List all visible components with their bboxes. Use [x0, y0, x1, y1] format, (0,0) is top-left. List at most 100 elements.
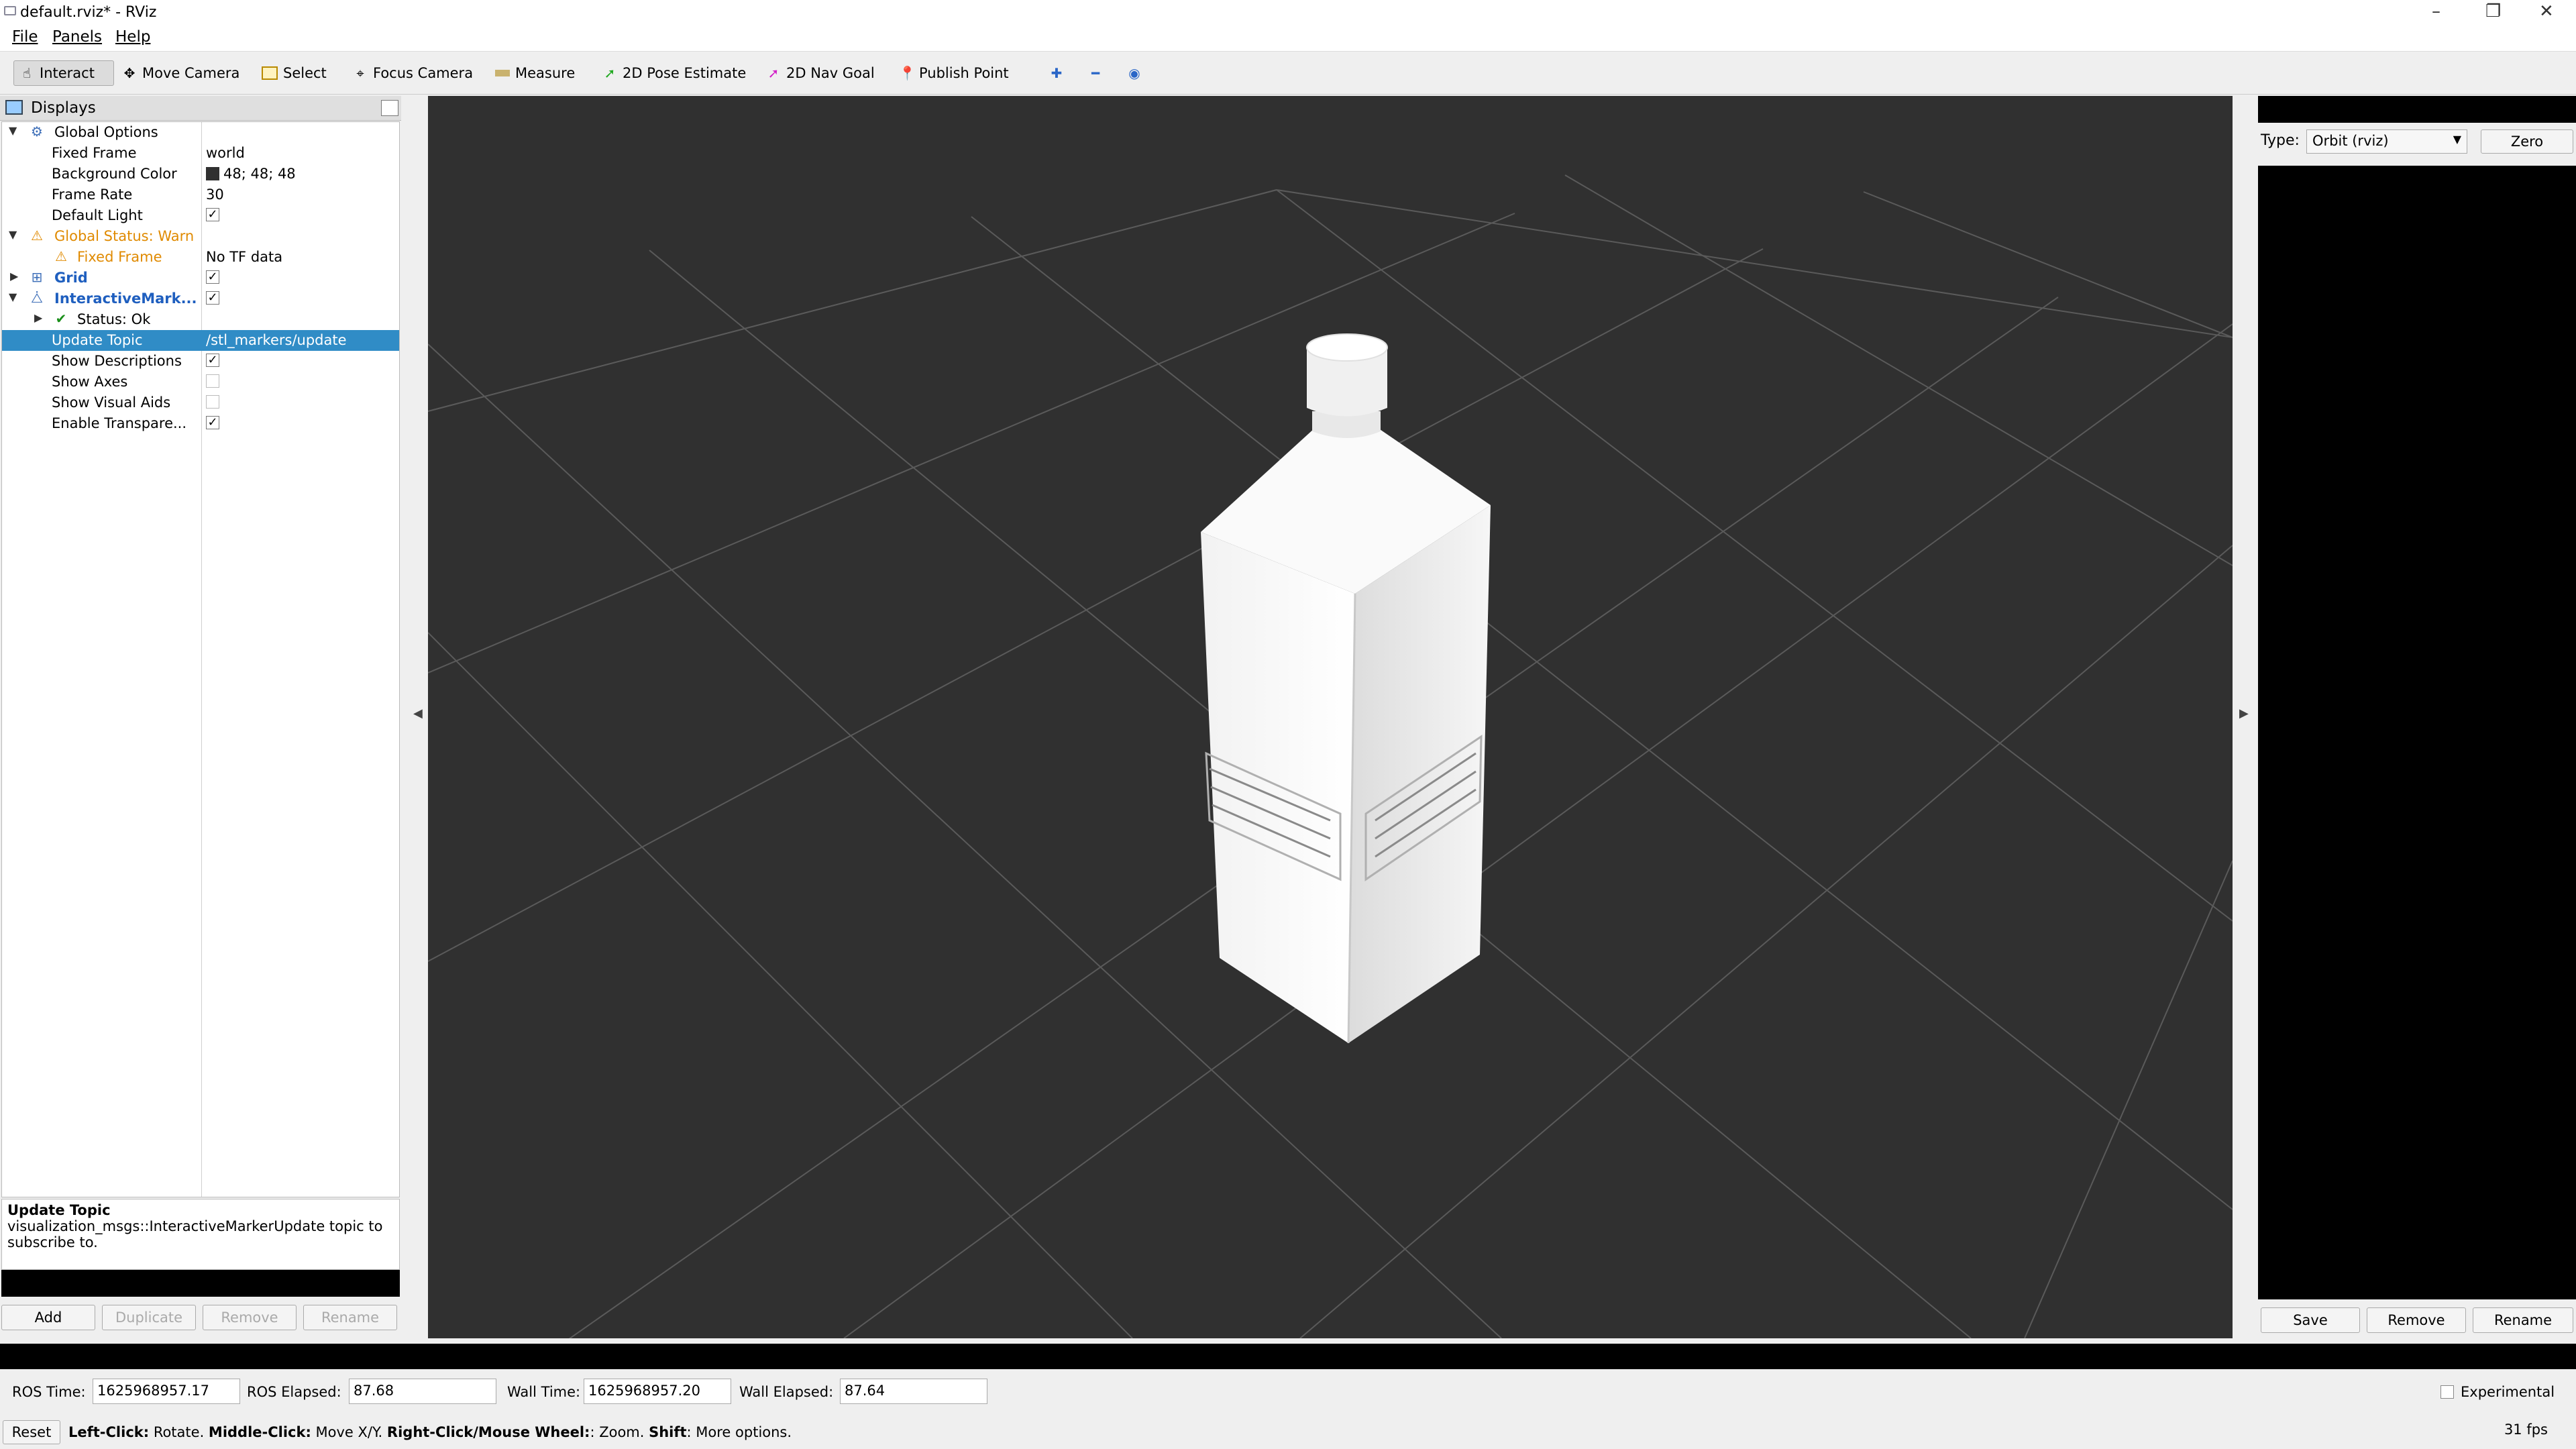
hint-middle-text: Move X/Y.	[311, 1424, 387, 1440]
pose-estimate-tool-button[interactable]: ➚ 2D Pose Estimate	[597, 60, 751, 86]
fixed-frame-value[interactable]: world	[206, 145, 245, 161]
wall-elapsed-field[interactable]: 87.64	[840, 1379, 987, 1404]
tree-row-fixed-frame[interactable]: Fixed Frame world	[2, 143, 399, 164]
grid-checkbox[interactable]: ✓	[206, 270, 219, 284]
experimental-checkbox[interactable]	[2440, 1385, 2454, 1399]
menu-help[interactable]: Help	[115, 28, 150, 46]
remove-view-button[interactable]: Remove	[2367, 1307, 2466, 1333]
tree-row-show-descriptions[interactable]: Show Descriptions ✓	[2, 351, 399, 372]
tree-row-status-ok[interactable]: ▶ ✔ Status: Ok	[2, 309, 399, 330]
tree-label: Background Color	[52, 166, 177, 182]
tree-row-background-color[interactable]: Background Color 48; 48; 48	[2, 164, 399, 184]
hint-left-text: Rotate.	[149, 1424, 209, 1440]
move-camera-icon: ✥	[123, 65, 136, 81]
collapse-arrow-icon[interactable]: ▼	[9, 290, 17, 303]
frame-rate-value[interactable]: 30	[206, 186, 224, 203]
tree-row-default-light[interactable]: Default Light ✓	[2, 205, 399, 226]
gear-icon: ⚙	[31, 123, 43, 140]
warning-icon: ⚠	[31, 227, 43, 244]
tree-row-update-topic[interactable]: Update Topic /stl_markers/update	[2, 330, 399, 351]
tree-row-enable-transparency[interactable]: Enable Transpare... ✓	[2, 413, 399, 434]
tree-label: Global Status: Warn	[54, 228, 195, 244]
restore-icon[interactable]: ❐	[2485, 1, 2501, 21]
eye-icon: ◉	[1128, 65, 1140, 81]
status-fixed-frame-value: No TF data	[206, 249, 283, 265]
remove-display-button[interactable]: Remove	[203, 1305, 297, 1330]
minimize-icon[interactable]: –	[2432, 1, 2440, 21]
tree-label: Show Visual Aids	[52, 394, 171, 411]
rename-view-button[interactable]: Rename	[2473, 1307, 2573, 1333]
green-arrow-icon: ➚	[604, 65, 616, 81]
displays-title: Displays	[31, 99, 96, 117]
view-type-label: Type:	[2261, 132, 2300, 149]
tree-row-global-options[interactable]: ▼ ⚙ Global Options	[2, 122, 399, 143]
remove-tool-button[interactable]: ━	[1083, 60, 1108, 86]
select-tool-button[interactable]: Select	[256, 60, 332, 86]
close-icon[interactable]: ✕	[2539, 1, 2554, 21]
enable-transparency-checkbox[interactable]: ✓	[206, 416, 219, 429]
menu-panels[interactable]: Panels	[52, 28, 102, 46]
displays-tree[interactable]: ▼ ⚙ Global Options Fixed Frame world Bac…	[1, 121, 400, 1197]
hint-shift-key: Shift	[649, 1424, 687, 1440]
tool-properties-button[interactable]: ◉	[1122, 60, 1147, 86]
tree-row-status-fixed-frame[interactable]: ⚠ Fixed Frame No TF data	[2, 247, 399, 268]
show-visual-aids-checkbox[interactable]	[206, 395, 219, 409]
tree-row-frame-rate[interactable]: Frame Rate 30	[2, 184, 399, 205]
collapse-arrow-icon[interactable]: ▼	[9, 228, 17, 241]
save-view-button[interactable]: Save	[2261, 1307, 2360, 1333]
monitor-icon	[5, 100, 23, 115]
move-camera-tool-button[interactable]: ✥ Move Camera	[117, 60, 245, 86]
focus-camera-tool-button[interactable]: ⌖ Focus Camera	[347, 60, 478, 86]
menu-bar: File Panels Help	[0, 25, 2576, 52]
ros-elapsed-field[interactable]: 87.68	[349, 1379, 496, 1404]
show-axes-checkbox[interactable]	[206, 374, 219, 388]
duplicate-display-button[interactable]: Duplicate	[102, 1305, 196, 1330]
plus-icon: ✚	[1051, 65, 1063, 81]
publish-point-tool-button[interactable]: 📍 Publish Point	[894, 60, 1014, 86]
right-splitter[interactable]: ▶	[2235, 96, 2251, 1338]
experimental-label: Experimental	[2461, 1384, 2555, 1400]
hint-left-key: Left-Click:	[68, 1424, 150, 1440]
update-topic-value[interactable]: /stl_markers/update	[206, 332, 347, 348]
measure-tool-button[interactable]: Measure	[490, 60, 580, 86]
collapse-right-arrow-icon[interactable]: ▶	[2239, 706, 2249, 720]
views-panel: Type: Orbit (rviz) ▼ Zero Save Remove Re…	[2258, 96, 2576, 1338]
wall-time-field[interactable]: 1625968957.20	[584, 1379, 731, 1404]
expand-arrow-icon[interactable]: ▶	[10, 270, 18, 282]
hand-icon: ☝	[22, 65, 32, 81]
render-viewport[interactable]	[428, 96, 2233, 1338]
add-display-button[interactable]: Add	[1, 1305, 95, 1330]
interactive-markers-checkbox[interactable]: ✓	[206, 291, 219, 305]
saved-views-list[interactable]	[2258, 166, 2576, 1299]
show-descriptions-checkbox[interactable]: ✓	[206, 354, 219, 367]
expand-arrow-icon[interactable]: ▶	[34, 311, 42, 324]
default-light-checkbox[interactable]: ✓	[206, 208, 219, 221]
tree-row-show-visual-aids[interactable]: Show Visual Aids	[2, 392, 399, 413]
ros-time-label: ROS Time:	[12, 1384, 86, 1400]
reset-button[interactable]: Reset	[3, 1420, 60, 1444]
interact-tool-button[interactable]: ☝ Interact	[13, 60, 114, 86]
hint-right-key: Right-Click/Mouse Wheel:	[386, 1424, 590, 1440]
window-title: default.rviz* - RViz	[20, 4, 157, 21]
menu-file[interactable]: File	[12, 28, 38, 46]
rename-display-button[interactable]: Rename	[303, 1305, 397, 1330]
grid-icon: ⊞	[31, 269, 43, 285]
tree-row-grid[interactable]: ▶ ⊞ Grid ✓	[2, 268, 399, 288]
background-color-value[interactable]: 48; 48; 48	[206, 166, 296, 182]
float-panel-button[interactable]	[381, 100, 398, 116]
focus-camera-label: Focus Camera	[373, 65, 474, 81]
tree-row-interactive-markers[interactable]: ▼ ⧊ InteractiveMark... ✓	[2, 288, 399, 309]
add-tool-button[interactable]: ✚	[1044, 60, 1069, 86]
bottle-model	[1201, 333, 1491, 1044]
collapse-left-arrow-icon[interactable]: ◀	[413, 706, 423, 720]
tree-row-show-axes[interactable]: Show Axes	[2, 372, 399, 392]
wall-time-label: Wall Time:	[507, 1384, 581, 1400]
pose-estimate-label: 2D Pose Estimate	[623, 65, 747, 81]
view-type-select[interactable]: Orbit (rviz) ▼	[2306, 129, 2467, 154]
nav-goal-tool-button[interactable]: ➚ 2D Nav Goal	[761, 60, 880, 86]
zero-view-button[interactable]: Zero	[2481, 129, 2573, 154]
ros-time-field[interactable]: 1625968957.17	[93, 1379, 240, 1404]
tree-row-global-status[interactable]: ▼ ⚠ Global Status: Warn	[2, 226, 399, 247]
collapse-arrow-icon[interactable]: ▼	[9, 124, 17, 137]
left-splitter[interactable]: ◀	[409, 96, 425, 1338]
